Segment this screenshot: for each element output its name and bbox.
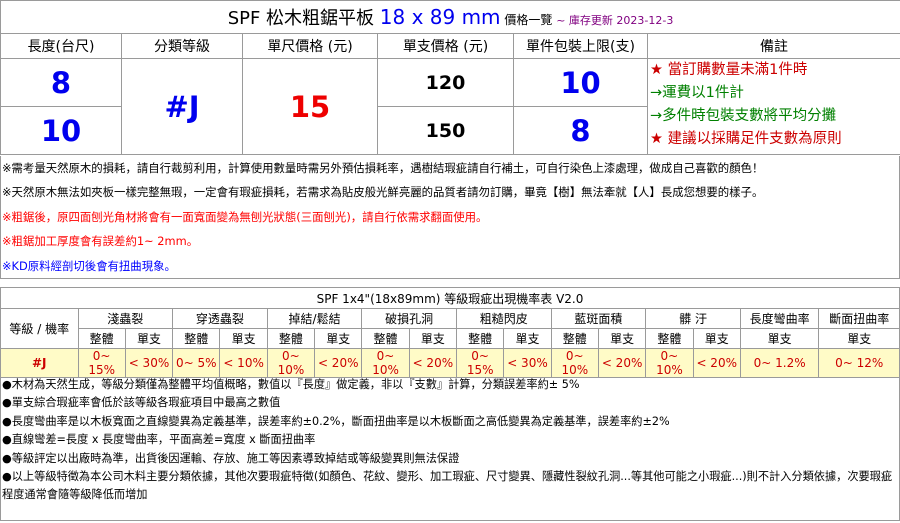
title-main: SPF 松木粗鋸平板 [227,8,380,29]
category-header: 藍斑面積 [550,308,647,329]
category-header: 淺蟲裂 [77,308,174,329]
sub-header-single: 單支 [692,328,741,349]
bottom-note-line: ●等級評定以出廠時為準，出貨後因運輸、存放、施工等因素導致掉結或等級變異則無法保… [2,451,460,465]
defect-value: < 20% [597,348,647,378]
defect-value: < 20% [692,348,741,378]
note-line: ※需考量天然原木的損耗，請自行裁剪利用，計算使用數量時需另外預估損耗率，遇樹結瑕… [2,161,764,175]
length-value: 10 [0,106,122,155]
header-unit-price: 單支價格 (元) [377,33,514,59]
defect-value: 0~ 15% [77,348,126,378]
unit-price-value: 120 [377,58,514,107]
notes-block: ※需考量天然原木的損耗，請自行裁剪利用，計算使用數量時需另外預估損耗率，遇樹結瑕… [0,156,900,279]
defect-rate-table: SPF 1x4"(18x89mm) 等級瑕疵出現機率表 V2.0 等級 / 機率… [0,287,900,378]
defect-table-title: SPF 1x4"(18x89mm) 等級瑕疵出現機率表 V2.0 [0,287,900,309]
defect-value: < 10% [219,348,268,378]
sub-header-overall: 整體 [172,328,221,349]
defect-value: < 20% [408,348,458,378]
sub-header-single: 單支 [739,328,820,349]
title-price-list: 價格一覽 [500,13,557,27]
sub-header-overall: 整體 [266,328,316,349]
bottom-notes-block: ●木材為天然生成，等級分類僅為整體平均值概略，數值以『長度』做定義，非以『支數』… [0,376,900,521]
sub-header-overall: 整體 [550,328,599,349]
bottom-note-line: ●單支綜合瑕疵率會低於該等級各瑕疵項目中最高之數值 [2,396,281,410]
price-table: SPF 松木粗鋸平板 18 x 89 mm 價格一覽 ~ 庫存更新 2023-1… [0,0,900,155]
defect-value: < 30% [124,348,174,378]
defect-value: 0~ 10% [645,348,694,378]
grade-rate-header: 等級 / 機率 [0,308,79,349]
sub-header-overall: 整體 [455,328,505,349]
sub-header-single: 單支 [408,328,458,349]
note-line: ※天然原木無法如夾板一樣完整無瑕，一定會有瑕疵損耗，若需求為貼皮般光鮮亮麗的品質… [2,185,764,200]
note-line: ※粗鋸加工厚度會有誤差約1~ 2mm。 [2,234,199,249]
pack-limit-value: 8 [513,106,648,155]
defect-value: 0~ 15% [455,348,505,378]
category-header: 長度彎曲率 [739,308,820,329]
remark-line: ★ 建議以採購足件支數為原則 [650,131,842,147]
category-header: 破損孔洞 [361,308,457,329]
defect-value: 0~ 10% [266,348,316,378]
bottom-note-line: ●木材為天然生成，等級分類僅為整體平均值概略，數值以『長度』做定義，非以『支數』… [2,378,580,391]
sub-header-single: 單支 [597,328,647,349]
defect-value: 0~ 10% [361,348,410,378]
remark-line: ★ 當訂購數量未滿1件時 [650,62,808,78]
defect-value: < 20% [314,348,363,378]
bottom-note-line: ●以上等級特徵為本公司木料主要分類依據，其他次要瑕疵特徵(如顏色、花紋、變形、加… [2,470,893,502]
title-update-date: ~ 庫存更新 2023-12-3 [556,14,674,27]
header-price-per-foot: 單尺價格 (元) [242,33,378,59]
category-header: 斷面扭曲率 [818,308,900,329]
sub-header-single: 單支 [314,328,363,349]
category-header: 髒 汙 [645,308,741,329]
defect-grade: #J [0,348,79,378]
category-header: 掉結/鬆結 [266,308,363,329]
grade-value: #J [121,58,243,155]
sub-header-single: 單支 [124,328,174,349]
remark-line: →運費以1件計 [650,85,744,101]
sub-header-overall: 整體 [645,328,694,349]
unit-price-value: 150 [377,106,514,155]
defect-value: 0~ 10% [550,348,599,378]
length-value: 8 [0,58,122,107]
remarks-cell: ★ 當訂購數量未滿1件時 →運費以1件計 →多件時包裝支數將平均分攤 ★ 建議以… [646,58,900,155]
note-line: ※KD原料經剖切後會有扭曲現象。 [2,258,176,273]
remark-line: →多件時包裝支數將平均分攤 [650,108,837,124]
note-line: ※粗鋸後，原四面刨光角材將會有一面寬面變為無刨光狀態(三面刨光)，請自行依需求翻… [2,209,488,224]
category-header: 穿透蟲裂 [172,308,268,329]
pack-limit-value: 10 [513,58,648,107]
title-size: 18 x 89 mm [379,5,501,29]
page-title: SPF 松木粗鋸平板 18 x 89 mm 價格一覽 ~ 庫存更新 2023-1… [0,0,900,34]
defect-value: 0~ 12% [818,348,900,378]
defect-value: < 30% [503,348,552,378]
header-pack-limit: 單件包裝上限(支) [513,33,648,59]
sub-header-single: 單支 [219,328,268,349]
defect-value: 0~ 1.2% [739,348,820,378]
defect-value: 0~ 5% [172,348,221,378]
price-per-foot-value: 15 [242,58,378,155]
sub-header-overall: 整體 [361,328,410,349]
header-length: 長度(台尺) [0,33,122,59]
bottom-note-line: ●直線彎差=長度 x 長度彎曲率，平面高差=寬度 x 斷面扭曲率 [2,433,316,447]
sub-header-single: 單支 [818,328,900,349]
bottom-note-line: ●長度彎曲率是以木板寬面之直線變異為定義基準，誤差率約±0.2%，斷面扭曲率是以… [2,414,670,428]
sub-header-single: 單支 [503,328,552,349]
sub-header-overall: 整體 [77,328,126,349]
header-remarks: 備註 [646,33,900,59]
table-row: #J 0~ 15% < 30% 0~ 5% < 10% 0~ 10% < 20%… [0,348,900,378]
category-header: 粗糙閃皮 [456,308,552,329]
header-grade: 分類等級 [121,33,243,59]
